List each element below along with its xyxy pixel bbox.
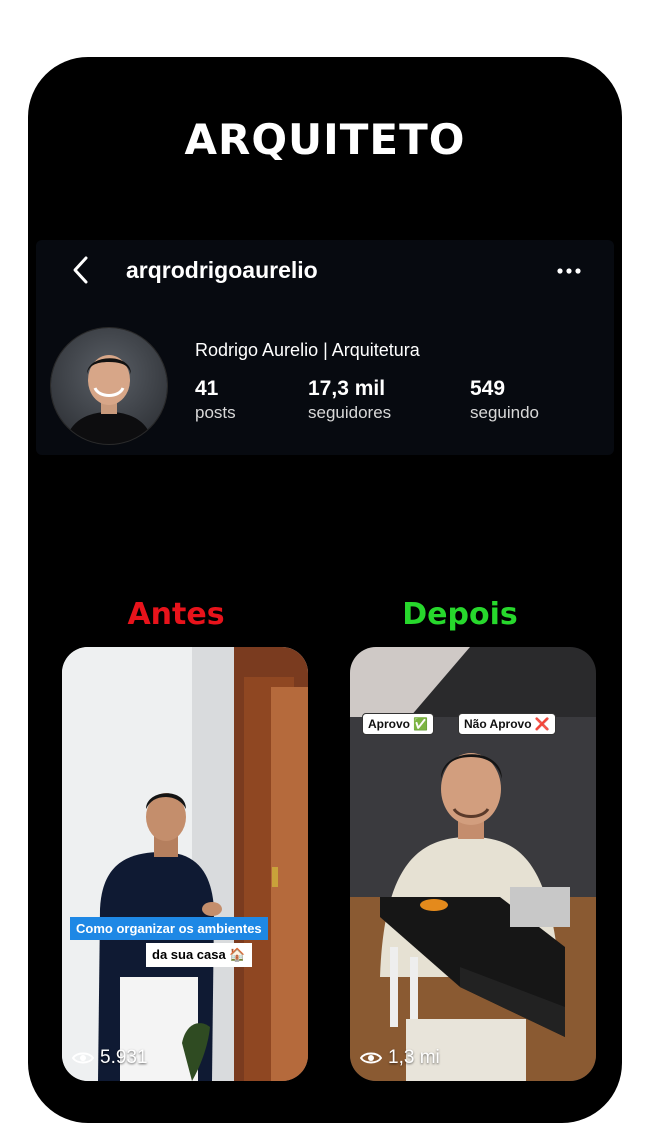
before-label: Antes: [127, 597, 225, 632]
after-views: 1,3 mi: [360, 1047, 440, 1069]
views-count: 1,3 mi: [388, 1047, 440, 1068]
before-reel-thumbnail[interactable]: Como organizar os ambientes da sua casa …: [62, 647, 308, 1081]
views-count: 5.931: [100, 1047, 148, 1068]
before-views: 5.931: [72, 1047, 148, 1069]
stat-following[interactable]: 549 seguindo: [470, 377, 539, 423]
avatar-photo: [51, 328, 167, 444]
stat-followers[interactable]: 17,3 mil seguidores: [308, 377, 391, 423]
more-horizontal-icon: [557, 268, 581, 274]
profile-full-name: Rodrigo Aurelio | Arquitetura: [195, 340, 420, 360]
caption-text: da sua casa: [152, 947, 226, 962]
profile-username: arqrodrigoaurelio: [126, 257, 318, 283]
check-mark-icon: ✅: [413, 717, 429, 731]
stat-posts[interactable]: 41 posts: [195, 377, 236, 423]
after-label: Depois: [402, 597, 518, 632]
approve-tag: Aprovo ✅: [362, 713, 435, 735]
stat-label: seguindo: [470, 403, 540, 422]
before-reel-image: [62, 647, 308, 1081]
cross-mark-icon: ❌: [534, 717, 550, 731]
reject-tag: Não Aprovo ❌: [458, 713, 556, 735]
before-caption-line2: da sua casa 🏠: [146, 943, 252, 967]
stat-value: 549: [470, 377, 506, 400]
profile-avatar[interactable]: [50, 327, 168, 445]
headline: ARQUITETO: [184, 115, 466, 164]
before-caption-line1: Como organizar os ambientes: [70, 917, 268, 940]
more-options-button[interactable]: [556, 263, 582, 279]
stat-label: posts: [195, 403, 236, 422]
house-emoji-icon: 🏠: [229, 947, 246, 962]
eye-icon: [360, 1052, 382, 1064]
after-reel-thumbnail[interactable]: Aprovo ✅ Não Aprovo ❌ 1,3 mi: [350, 647, 596, 1081]
stat-value: 41: [195, 377, 219, 400]
tag-text: Não Aprovo: [464, 717, 532, 731]
phone-frame: ARQUITETO arqrodrigoaurelio Rodrigo Aure…: [28, 57, 622, 1123]
back-button[interactable]: [68, 255, 94, 285]
chevron-left-icon: [73, 256, 88, 284]
eye-icon: [72, 1052, 94, 1064]
tag-text: Aprovo: [368, 717, 410, 731]
stat-label: seguidores: [308, 403, 392, 422]
stat-value: 17,3 mil: [308, 377, 386, 400]
